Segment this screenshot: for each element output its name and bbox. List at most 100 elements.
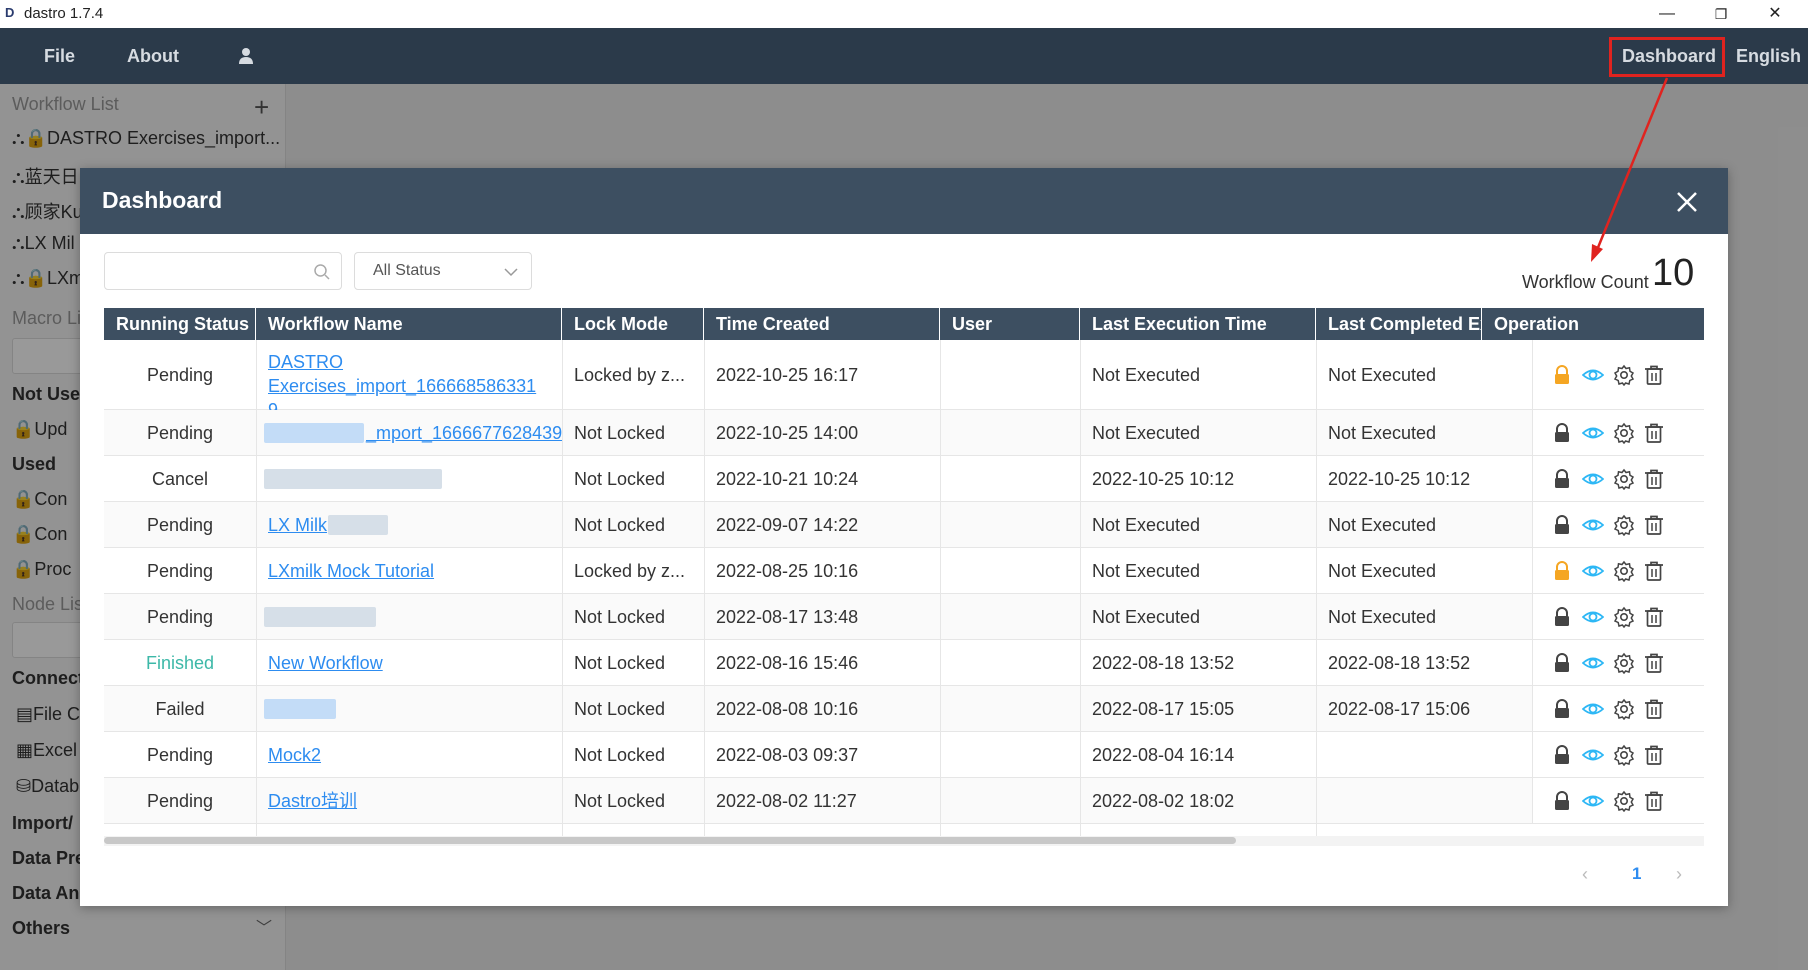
pagination-page-1[interactable]: 1 bbox=[1632, 864, 1641, 884]
trash-icon[interactable] bbox=[1643, 606, 1665, 628]
lock-icon[interactable] bbox=[1551, 514, 1573, 536]
table-row[interactable]: Failed Not Locked 2022-08-08 10:16 2022-08-… bbox=[104, 686, 1704, 732]
cell-operation bbox=[1532, 732, 1704, 777]
trash-icon[interactable] bbox=[1643, 468, 1665, 490]
col-running-status[interactable]: Running Status bbox=[104, 308, 256, 340]
cell-workflow-name[interactable]: Mock2 bbox=[256, 732, 562, 778]
trash-icon[interactable] bbox=[1643, 422, 1665, 444]
trash-icon[interactable] bbox=[1643, 652, 1665, 674]
cell-workflow-name[interactable]: LXmilk Mock Tutorial bbox=[256, 548, 562, 594]
col-time-created[interactable]: Time Created bbox=[704, 308, 940, 340]
modal-title: Dashboard bbox=[102, 187, 223, 213]
cell-workflow-name[interactable]: New Workflow bbox=[256, 640, 562, 686]
cell-workflow-name[interactable]: Dastro培训 bbox=[256, 778, 562, 824]
window-title: dastro 1.7.4 bbox=[24, 5, 104, 22]
workflow-name-link[interactable]: Mock2 bbox=[268, 745, 321, 765]
lock-icon[interactable] bbox=[1551, 698, 1573, 720]
cell-lock-mode: Locked by z... bbox=[574, 561, 686, 581]
eye-icon[interactable] bbox=[1582, 468, 1604, 490]
gear-icon[interactable] bbox=[1613, 560, 1635, 582]
table-row[interactable]: Pending LX Milk Not Locked 2022-09-07 14:22… bbox=[104, 502, 1704, 548]
cell-lock-mode: Not Locked bbox=[574, 515, 666, 535]
gear-icon[interactable] bbox=[1613, 744, 1635, 766]
cell-workflow-name[interactable]: LX Milk bbox=[256, 502, 562, 548]
table-row[interactable]: Pending Not Locked 2022-08-17 13:48 Not Exe… bbox=[104, 594, 1704, 640]
workflow-name-link[interactable]: DASTRO Exercises_import_166668586331 bbox=[268, 352, 536, 396]
trash-icon[interactable] bbox=[1643, 698, 1665, 720]
menu-about[interactable]: About bbox=[127, 28, 179, 84]
table-row[interactable]: Finished New Workflow Not Locked 2022-08-16… bbox=[104, 640, 1704, 686]
col-last-execution-time[interactable]: Last Execution Time bbox=[1080, 308, 1316, 340]
table-row[interactable]: Pending DASTRO Exercises_import_166668586… bbox=[104, 340, 1704, 420]
col-lock-mode[interactable]: Lock Mode bbox=[562, 308, 704, 340]
table-row[interactable]: Pending _mport_1666677628439 Not Locked 202… bbox=[104, 410, 1704, 456]
cell-operation bbox=[1532, 640, 1704, 685]
workflow-name-link[interactable]: LX Milk bbox=[268, 515, 327, 535]
table-row[interactable]: Pending Dastro培训 Not Locked 2022-08-02 11:2… bbox=[104, 778, 1704, 824]
cell-operation bbox=[1532, 410, 1704, 455]
workflow-name-link[interactable]: LXmilk Mock Tutorial bbox=[268, 561, 434, 581]
table-scroll-thumb[interactable] bbox=[104, 837, 1236, 844]
trash-icon[interactable] bbox=[1643, 560, 1665, 582]
table-row[interactable]: Cancel Not Locked 2022-10-21 10:24 2022-10-… bbox=[104, 456, 1704, 502]
redacted-name bbox=[264, 423, 364, 443]
menu-file[interactable]: File bbox=[44, 28, 75, 84]
eye-icon[interactable] bbox=[1582, 698, 1604, 720]
lock-icon[interactable] bbox=[1551, 652, 1573, 674]
lock-icon[interactable] bbox=[1551, 468, 1573, 490]
eye-icon[interactable] bbox=[1582, 364, 1604, 386]
eye-icon[interactable] bbox=[1582, 422, 1604, 444]
search-input[interactable] bbox=[104, 252, 342, 290]
eye-icon[interactable] bbox=[1582, 560, 1604, 582]
trash-icon[interactable] bbox=[1643, 790, 1665, 812]
gear-icon[interactable] bbox=[1613, 652, 1635, 674]
gear-icon[interactable] bbox=[1613, 790, 1635, 812]
pagination-next-button[interactable]: › bbox=[1676, 864, 1682, 885]
gear-icon[interactable] bbox=[1613, 698, 1635, 720]
cell-lock-mode: Not Locked bbox=[574, 699, 666, 719]
trash-icon[interactable] bbox=[1643, 514, 1665, 536]
lock-icon[interactable] bbox=[1551, 744, 1573, 766]
gear-icon[interactable] bbox=[1613, 514, 1635, 536]
gear-icon[interactable] bbox=[1613, 364, 1635, 386]
status-filter-select[interactable]: All Status bbox=[354, 252, 532, 290]
cell-time-created: 2022-08-08 10:16 bbox=[716, 699, 859, 719]
gear-icon[interactable] bbox=[1613, 422, 1635, 444]
cell-lock-mode: Not Locked bbox=[574, 745, 666, 765]
eye-icon[interactable] bbox=[1582, 652, 1604, 674]
col-last-completed[interactable]: Last Completed Ex bbox=[1316, 308, 1482, 340]
cell-last-execution-time: Not Executed bbox=[1092, 607, 1201, 627]
cell-running-status: Pending bbox=[146, 423, 214, 443]
lock-icon[interactable] bbox=[1551, 422, 1573, 444]
pagination-prev-button[interactable]: ‹ bbox=[1582, 864, 1588, 885]
eye-icon[interactable] bbox=[1582, 790, 1604, 812]
trash-icon[interactable] bbox=[1643, 744, 1665, 766]
workflow-name-link[interactable]: New Workflow bbox=[268, 653, 383, 673]
lock-icon[interactable] bbox=[1551, 560, 1573, 582]
cell-operation bbox=[1532, 594, 1704, 639]
minimize-button[interactable]: — bbox=[1642, 0, 1692, 28]
workflow-name-link[interactable]: _mport_1666677628439 bbox=[366, 423, 562, 443]
trash-icon[interactable] bbox=[1643, 364, 1665, 386]
menu-language[interactable]: English bbox=[1736, 28, 1801, 84]
workflow-name-link[interactable]: Dastro培训 bbox=[268, 791, 357, 811]
eye-icon[interactable] bbox=[1582, 744, 1604, 766]
app-logo-icon: D bbox=[5, 5, 15, 20]
gear-icon[interactable] bbox=[1613, 606, 1635, 628]
table-row[interactable]: Pending LXmilk Mock Tutorial Locked by z..… bbox=[104, 548, 1704, 594]
restore-button[interactable]: ❐ bbox=[1696, 0, 1746, 28]
col-user[interactable]: User bbox=[940, 308, 1080, 340]
lock-icon[interactable] bbox=[1551, 364, 1573, 386]
lock-icon[interactable] bbox=[1551, 790, 1573, 812]
gear-icon[interactable] bbox=[1613, 468, 1635, 490]
eye-icon[interactable] bbox=[1582, 514, 1604, 536]
window-close-button[interactable]: ✕ bbox=[1750, 0, 1800, 28]
close-icon[interactable] bbox=[1670, 185, 1704, 219]
cell-time-created: 2022-08-03 09:37 bbox=[716, 745, 859, 765]
lock-icon[interactable] bbox=[1551, 606, 1573, 628]
col-workflow-name[interactable]: Workflow Name bbox=[256, 308, 562, 340]
table-row[interactable]: Pending Mock2 Not Locked 2022-08-03 09:37 20… bbox=[104, 732, 1704, 778]
eye-icon[interactable] bbox=[1582, 606, 1604, 628]
cell-lock-mode: Not Locked bbox=[574, 791, 666, 811]
user-icon[interactable] bbox=[238, 28, 254, 84]
